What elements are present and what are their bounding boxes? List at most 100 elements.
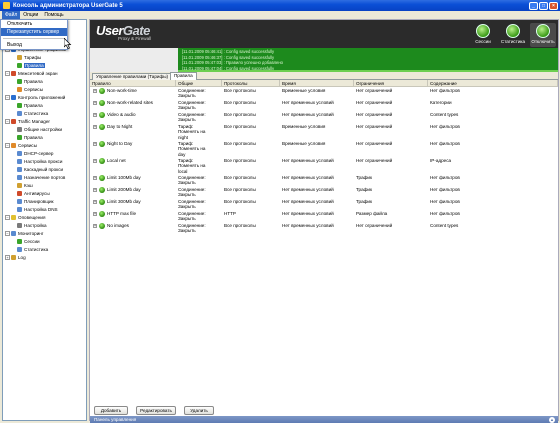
tree-item[interactable]: Тарифы — [17, 54, 41, 60]
tree-item[interactable]: Каскадный прокси — [17, 166, 63, 172]
column-header-limits[interactable]: Ограничения — [354, 80, 428, 87]
table-row[interactable]: + Day to Night Тариф: Поменять на night Все… — [90, 124, 558, 141]
tab-rules[interactable]: Правила — [170, 72, 197, 80]
cell-name: Day to Night — [107, 124, 133, 129]
tree-item[interactable]: − Контроль приложений — [5, 94, 65, 100]
tree-item[interactable]: + Log — [5, 254, 26, 260]
tree-item[interactable]: − Сервисы — [5, 142, 37, 148]
menu-item-disconnect[interactable]: Отключить — [1, 20, 67, 28]
dns-icon — [17, 206, 22, 212]
column-header-general[interactable]: Общие — [176, 80, 222, 87]
collapse-icon[interactable]: − — [5, 118, 10, 124]
tree-item[interactable]: Настройка DNS — [17, 206, 58, 212]
expand-icon[interactable]: + — [93, 142, 97, 146]
tree-item[interactable]: Настройка — [17, 222, 47, 228]
menu-file[interactable]: Файл — [2, 11, 21, 19]
column-header-content[interactable]: Содержание — [428, 80, 558, 87]
tree-item[interactable]: − Traffic Manager — [5, 118, 50, 124]
proxy-icon — [17, 158, 22, 164]
expand-icon[interactable]: + — [93, 200, 97, 204]
cell-general: Соединение: Закрыть — [178, 199, 206, 210]
statistics-icon — [506, 24, 520, 38]
column-header-protocols[interactable]: Протоколы — [222, 80, 280, 87]
add-button[interactable]: Добавить — [94, 406, 128, 415]
tree-item-label: Правила — [24, 78, 43, 84]
tree-item[interactable]: Сервисы — [17, 86, 43, 92]
collapse-icon[interactable]: − — [5, 70, 10, 76]
disconnect-button[interactable]: Отключить — [530, 23, 556, 47]
tree-item[interactable]: Статистика — [17, 246, 48, 252]
expand-icon[interactable]: + — [93, 89, 97, 93]
tree-item[interactable]: Правила — [17, 102, 43, 108]
edit-button[interactable]: Редактировать — [136, 406, 176, 415]
expand-icon[interactable]: + — [93, 125, 97, 129]
rule-icon — [99, 223, 105, 229]
close-button[interactable]: × — [549, 1, 558, 10]
menu-item-exit[interactable]: Выход — [1, 41, 67, 49]
tariff-icon — [17, 54, 22, 60]
tree-item[interactable]: Антивирусы — [17, 190, 50, 196]
maximize-button[interactable]: □ — [539, 1, 548, 10]
column-header-rule[interactable]: Правило — [90, 80, 176, 87]
expand-icon[interactable]: + — [93, 176, 97, 180]
control-panel-label: Панель управления — [94, 417, 137, 422]
rule-icon — [99, 175, 105, 181]
collapse-icon[interactable]: − — [5, 94, 10, 100]
table-row[interactable]: + Night to Day Тариф: Поменять на day Все п… — [90, 141, 558, 158]
tree-item[interactable]: Сессии — [17, 238, 40, 244]
control-panel-bar[interactable]: Панель управления ▲ — [90, 416, 558, 423]
cell-time: Нет временных условий — [282, 199, 334, 204]
expand-icon[interactable]: + — [93, 113, 97, 117]
cell-general: Соединение: Закрыть — [178, 88, 206, 99]
collapse-icon[interactable]: − — [5, 214, 10, 220]
cell-protocols: Все протоколы — [224, 187, 256, 192]
cell-protocols: Все протоколы — [224, 199, 256, 204]
tree-item[interactable]: − Мониторинг — [5, 230, 43, 236]
app-icon — [3, 2, 10, 9]
collapse-icon[interactable]: − — [5, 230, 10, 236]
expand-icon[interactable]: + — [5, 254, 10, 260]
rule-icon — [99, 124, 105, 130]
collapse-icon[interactable]: − — [5, 142, 10, 148]
firewall-icon — [11, 70, 16, 76]
tree-item[interactable]: Общие настройки — [17, 126, 62, 132]
tree-item[interactable]: − Межсетевой экран — [5, 70, 58, 76]
expand-icon[interactable]: + — [93, 224, 97, 228]
sessions-icon — [476, 24, 490, 38]
tree-item[interactable]: Правила — [17, 78, 43, 84]
menu-help[interactable]: Помощь — [41, 11, 66, 19]
cell-general: Соединение: Закрыть — [178, 187, 206, 198]
minimize-button[interactable]: _ — [529, 1, 538, 10]
tree-item[interactable]: Назначение портов — [17, 174, 65, 180]
tree-item[interactable]: − Оповещения — [5, 214, 45, 220]
tree-item[interactable]: DHCP-сервер — [17, 150, 53, 156]
expand-icon[interactable]: + — [93, 188, 97, 192]
chevron-up-icon[interactable]: ▲ — [549, 417, 555, 423]
statistics-button[interactable]: Статистика — [500, 23, 526, 47]
expand-icon[interactable]: + — [93, 101, 97, 105]
tree-item[interactable]: Планировщик — [17, 198, 54, 204]
column-header-time[interactable]: Время — [280, 80, 354, 87]
cell-time: Временные условия — [282, 88, 326, 93]
delete-button[interactable]: Удалить — [184, 406, 214, 415]
monitoring-icon — [11, 230, 16, 236]
menu-options[interactable]: Опции — [20, 11, 41, 19]
tree-item[interactable]: Настройка прокси — [17, 158, 62, 164]
table-row[interactable]: + Local net Тариф: Поменять на local Все пр… — [90, 158, 558, 175]
tree-item[interactable]: Правила — [17, 62, 45, 68]
sessions-button[interactable]: Сессии — [470, 23, 496, 47]
tree-item[interactable]: Кэш — [17, 182, 33, 188]
cell-content: Нет фильтров — [430, 175, 460, 180]
table-row[interactable]: + No images Соединение: Закрыть Все протоко… — [90, 223, 558, 240]
cell-content: Нет фильтров — [430, 88, 460, 93]
rule-icon — [99, 199, 105, 205]
expand-icon[interactable]: + — [93, 159, 97, 163]
tab-rule-management[interactable]: Управление правилами (Тарифы) — [92, 73, 173, 80]
expand-icon[interactable]: + — [93, 212, 97, 216]
log-line: [11.01.2009 05:46:37] : Config saved suc… — [182, 54, 275, 60]
tree-item[interactable]: Статистика — [17, 110, 48, 116]
tree-item[interactable]: Правила — [17, 134, 43, 140]
tree-item-label: Сервисы — [18, 142, 38, 148]
statistics-label: Статистика — [500, 39, 526, 44]
menu-item-restart-server[interactable]: Перезапустить сервер — [1, 28, 67, 36]
